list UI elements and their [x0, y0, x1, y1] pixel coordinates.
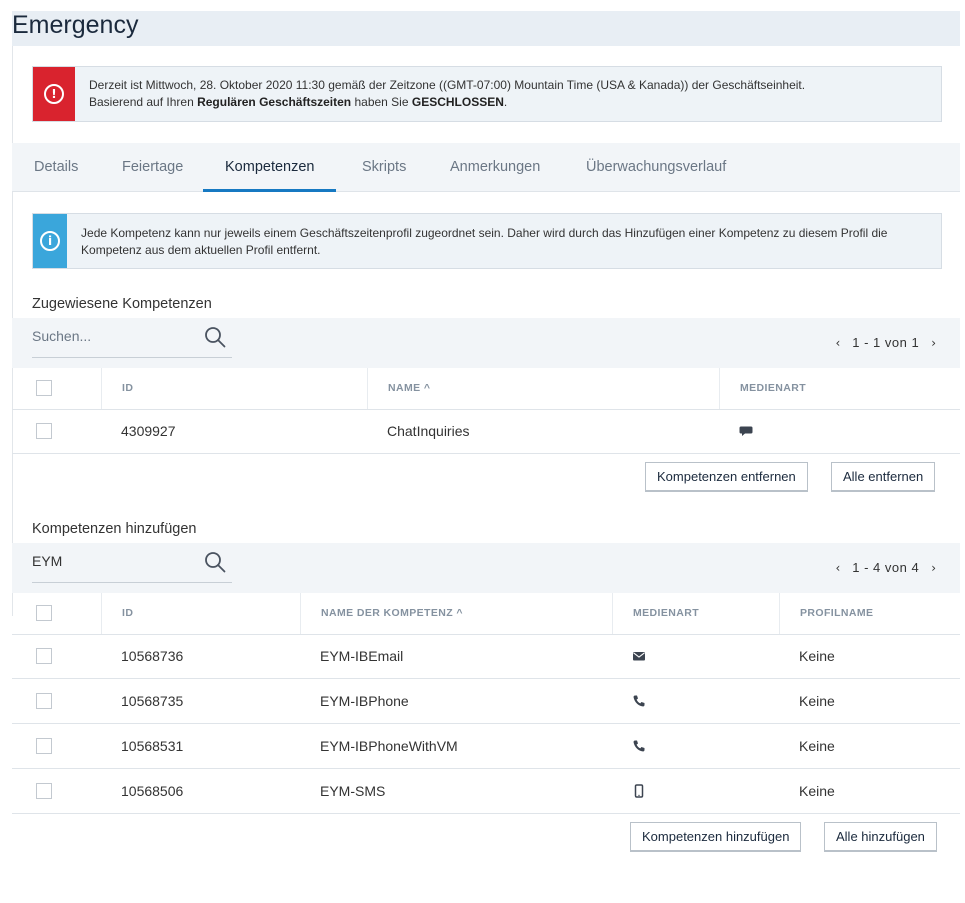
- row-id: 10568506: [121, 783, 184, 799]
- row-checkbox[interactable]: [36, 783, 52, 799]
- alert-circle-icon: !: [44, 84, 64, 104]
- tab-ueberwachungsverlauf[interactable]: Überwachungsverlauf: [564, 143, 748, 192]
- table-row: 10568735 EYM-IBPhone Keine: [12, 679, 960, 724]
- assigned-search-input[interactable]: [32, 328, 192, 344]
- next-page-icon[interactable]: ›: [925, 336, 942, 350]
- row-name: EYM-IBPhone: [320, 693, 409, 709]
- row-profile: Keine: [799, 783, 835, 799]
- assigned-pager: ‹ 1 - 1 von 1 ›: [829, 335, 942, 350]
- add-pager: ‹ 1 - 4 von 4 ›: [829, 560, 942, 575]
- alert-line-1: Derzeit ist Mittwoch, 28. Oktober 2020 1…: [89, 78, 806, 92]
- row-name: EYM-IBPhoneWithVM: [320, 738, 458, 754]
- phone-icon: [633, 695, 645, 707]
- row-profile: Keine: [799, 738, 835, 754]
- select-all-checkbox[interactable]: [36, 605, 52, 621]
- add-search-input[interactable]: [32, 553, 192, 569]
- search-icon[interactable]: [204, 326, 226, 348]
- assigned-pager-text: 1 - 1 von 1: [852, 335, 920, 350]
- add-section-title: Kompetenzen hinzufügen: [32, 521, 197, 537]
- row-name: EYM-SMS: [320, 783, 386, 799]
- row-checkbox[interactable]: [36, 738, 52, 754]
- select-all-checkbox[interactable]: [36, 380, 52, 396]
- column-header-id[interactable]: ID: [101, 593, 300, 634]
- column-header-id[interactable]: ID: [101, 368, 367, 409]
- info-message: Jede Kompetenz kann nur jeweils einem Ge…: [81, 226, 888, 257]
- tab-feiertage[interactable]: Feiertage: [100, 143, 205, 192]
- alert-icon-box: !: [33, 67, 75, 121]
- tab-kompetenzen[interactable]: Kompetenzen: [203, 143, 337, 192]
- row-checkbox[interactable]: [36, 423, 52, 439]
- remove-all-button[interactable]: Alle entfernen: [831, 462, 936, 492]
- column-header-media[interactable]: MEDIENART: [719, 368, 960, 409]
- table-row: 10568506 EYM-SMS Keine: [12, 769, 960, 814]
- add-all-button[interactable]: Alle hinzufügen: [824, 822, 937, 852]
- alert-text: Basierend auf Ihren: [89, 95, 198, 109]
- tab-skripts[interactable]: Skripts: [340, 143, 428, 192]
- alert-line-2: Basierend auf Ihren Regulären Geschäftsz…: [89, 94, 805, 111]
- alert-bold-hours: Regulären Geschäftszeiten: [197, 95, 352, 109]
- column-header-media[interactable]: MEDIENART: [612, 593, 779, 634]
- remove-competencies-button[interactable]: Kompetenzen entfernen: [645, 462, 808, 492]
- row-profile: Keine: [799, 693, 835, 709]
- tab-bar: Details Feiertage Kompetenzen Skripts An…: [12, 143, 960, 192]
- add-search-field: [32, 543, 232, 583]
- add-pager-text: 1 - 4 von 4: [852, 560, 920, 575]
- alert-message: Derzeit ist Mittwoch, 28. Oktober 2020 1…: [75, 67, 805, 121]
- table-row: 10568736 EYM-IBEmail Keine: [12, 634, 960, 679]
- info-circle-icon: i: [40, 231, 60, 251]
- page-title: Emergency: [12, 11, 139, 39]
- row-checkbox[interactable]: [36, 693, 52, 709]
- info-alert: i Jede Kompetenz kann nur jeweils einem …: [32, 213, 942, 269]
- column-header-name[interactable]: NAME ^: [367, 368, 719, 409]
- prev-page-icon[interactable]: ‹: [829, 561, 846, 575]
- add-table-header: ID NAME DER KOMPETENZ ^ MEDIENART PROFIL…: [12, 593, 960, 635]
- assigned-search-field: [32, 318, 232, 358]
- add-competencies-button[interactable]: Kompetenzen hinzufügen: [630, 822, 802, 852]
- row-profile: Keine: [799, 648, 835, 664]
- prev-page-icon[interactable]: ‹: [829, 336, 846, 350]
- table-row: 10568531 EYM-IBPhoneWithVM Keine: [12, 724, 960, 769]
- row-id: 4309927: [121, 423, 176, 439]
- table-row: 4309927 ChatInquiries: [12, 409, 960, 454]
- alert-text: haben Sie: [351, 95, 412, 109]
- row-id: 10568531: [121, 738, 184, 754]
- column-header-competency-name[interactable]: NAME DER KOMPETENZ ^: [300, 593, 612, 634]
- mobile-icon: [634, 784, 644, 798]
- phone-icon: [633, 740, 645, 752]
- row-id: 10568735: [121, 693, 184, 709]
- tab-details[interactable]: Details: [12, 143, 100, 192]
- page-header: Emergency: [12, 11, 960, 46]
- search-icon[interactable]: [204, 551, 226, 573]
- add-search-bar: ‹ 1 - 4 von 4 ›: [12, 543, 960, 593]
- assigned-search-bar: ‹ 1 - 1 von 1 ›: [12, 318, 960, 368]
- alert-text: .: [503, 95, 508, 109]
- row-checkbox[interactable]: [36, 648, 52, 664]
- business-hours-alert: ! Derzeit ist Mittwoch, 28. Oktober 2020…: [32, 66, 942, 122]
- row-id: 10568736: [121, 648, 184, 664]
- tab-anmerkungen[interactable]: Anmerkungen: [428, 143, 562, 192]
- assigned-section-title: Zugewiesene Kompetenzen: [32, 296, 212, 312]
- row-name: EYM-IBEmail: [320, 648, 404, 664]
- assigned-table-header: ID NAME ^ MEDIENART: [12, 368, 960, 410]
- info-icon-box: i: [33, 214, 68, 268]
- email-icon: [633, 652, 645, 661]
- row-name: ChatInquiries: [387, 423, 470, 439]
- alert-bold-status: GESCHLOSSEN: [411, 95, 504, 109]
- chat-icon: [739, 426, 753, 436]
- column-header-profile-name[interactable]: PROFILNAME: [779, 593, 960, 634]
- next-page-icon[interactable]: ›: [925, 561, 942, 575]
